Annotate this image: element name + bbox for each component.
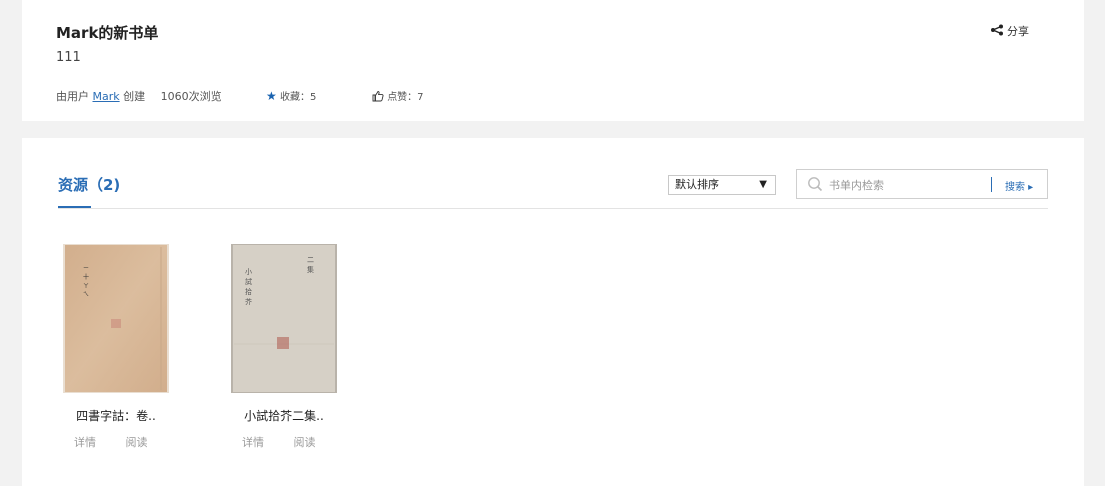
booklist-meta: 由用户 Mark 创建 1060次浏览 ★ 收藏：5 点赞：7 (56, 88, 424, 104)
book-item: 二 集 小 試 拾 芥 小試拾芥二集.. 详情 阅读 (219, 244, 349, 450)
share-label: 分享 (1007, 25, 1029, 38)
svg-text:十: 十 (83, 273, 89, 281)
book-cover-image[interactable]: ㄧ 十 ㄚ ㄟ (63, 244, 169, 393)
search-input[interactable] (827, 176, 981, 194)
favorite-button[interactable]: ★ 收藏：5 (266, 88, 316, 103)
book-title[interactable]: 四書字詁：卷.. (51, 407, 181, 424)
booklist-title: Mark的新书单 (56, 24, 159, 42)
resources-tab[interactable]: 资源（2) (58, 174, 120, 195)
search-icon (807, 176, 823, 196)
sort-selected-value: 默认排序 (675, 178, 719, 191)
thumbs-up-icon (372, 90, 384, 105)
book-cover-image[interactable]: 二 集 小 試 拾 芥 (231, 244, 337, 393)
creator-link[interactable]: Mark (93, 90, 120, 103)
svg-text:ㄚ: ㄚ (83, 283, 89, 290)
creator-suffix: 创建 (123, 90, 146, 103)
creator-prefix: 由用户 (56, 90, 89, 103)
book-item: ㄧ 十 ㄚ ㄟ 四書字詁：卷.. 详情 阅读 (51, 244, 181, 450)
svg-text:試: 試 (245, 277, 252, 286)
booklist-info-card: Mark的新书单 111 由用户 Mark 创建 1060次浏览 ★ 收藏：5 … (22, 0, 1084, 121)
svg-text:芥: 芥 (245, 297, 252, 306)
svg-text:二: 二 (307, 256, 314, 264)
book-read-link[interactable]: 阅读 (126, 436, 148, 449)
booklist-description: 111 (56, 50, 81, 65)
share-icon (990, 24, 1007, 39)
sort-select[interactable]: 默认排序 ▼ (668, 175, 776, 195)
svg-text:ㄟ: ㄟ (83, 291, 89, 298)
search-divider (991, 177, 992, 192)
svg-text:集: 集 (307, 265, 314, 274)
section-divider (58, 208, 1048, 209)
resources-card: 资源（2) 默认排序 ▼ 搜索 ▸ (22, 138, 1084, 486)
svg-text:ㄧ: ㄧ (83, 265, 89, 272)
like-button[interactable]: 点赞：7 (372, 88, 424, 105)
book-actions: 详情 阅读 (219, 434, 349, 450)
like-count: 点赞：7 (387, 92, 424, 103)
book-actions: 详情 阅读 (51, 434, 181, 450)
book-detail-link[interactable]: 详情 (74, 436, 96, 449)
share-button[interactable]: 分享 (990, 23, 1029, 39)
search-box: 搜索 ▸ (796, 169, 1048, 199)
search-button[interactable]: 搜索 ▸ (1005, 178, 1033, 193)
favorite-count: 收藏：5 (279, 92, 317, 103)
book-read-link[interactable]: 阅读 (294, 436, 316, 449)
star-icon: ★ (266, 89, 277, 103)
book-title[interactable]: 小試拾芥二集.. (219, 407, 349, 424)
dropdown-arrow-icon: ▼ (759, 179, 767, 190)
svg-text:小: 小 (245, 267, 252, 276)
book-detail-link[interactable]: 详情 (242, 436, 264, 449)
view-count: 1060次浏览 (160, 90, 222, 103)
svg-text:拾: 拾 (245, 287, 252, 296)
